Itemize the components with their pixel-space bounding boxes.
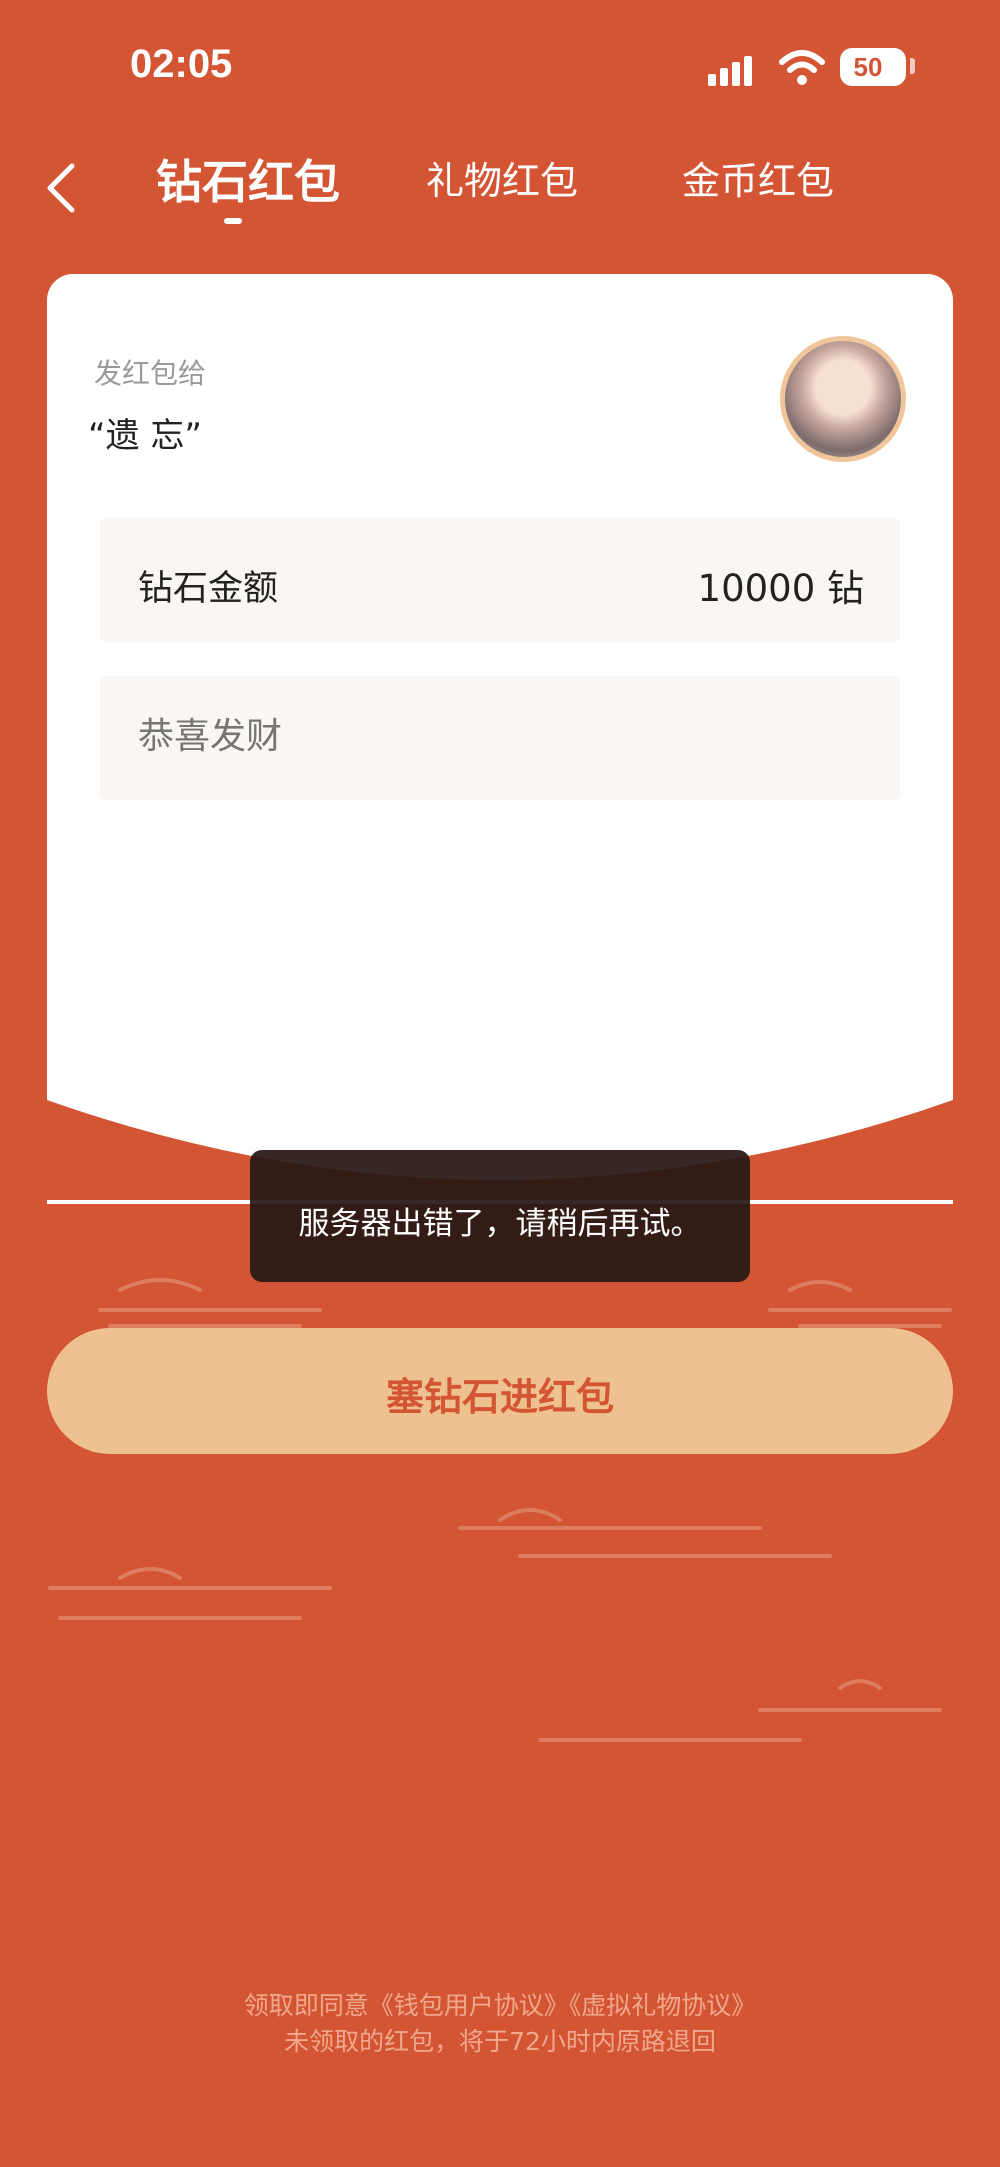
avatar — [780, 336, 906, 462]
amount-label: 钻石金额 — [138, 569, 279, 609]
send-red-packet-label: 塞钻石进红包 — [385, 1375, 614, 1419]
recipient-name: “遗 忘” — [88, 416, 203, 456]
agreement-notice[interactable]: 领取即同意《钱包用户协议》《虚拟礼物协议》 — [100, 1986, 900, 2022]
error-toast-message: 服务器出错了，请稍后再试。 — [298, 1206, 702, 1242]
cellular-signal-icon — [708, 56, 762, 86]
tab-diamond-red-packet[interactable]: 钻石红包 — [156, 146, 340, 212]
chevron-left-icon[interactable] — [42, 160, 82, 216]
battery-tip — [910, 58, 915, 74]
tab-gift-red-packet[interactable]: 礼物红包 — [426, 150, 578, 205]
battery-icon: 50 — [840, 48, 906, 86]
send-to-label: 发红包给 — [94, 357, 207, 390]
status-time: 02:05 — [130, 42, 233, 86]
refund-notice: 未领取的红包，将于72小时内原路退回 — [284, 2027, 716, 2056]
active-tab-indicator — [224, 218, 242, 224]
amount-value[interactable]: 10000 钻 — [690, 558, 864, 612]
battery-level: 50 — [853, 52, 883, 82]
tab-coin-red-packet[interactable]: 金币红包 — [682, 150, 834, 205]
wifi-icon — [779, 50, 825, 85]
greeting-input[interactable] — [138, 716, 838, 757]
cloud-decoration — [48, 1278, 952, 1742]
